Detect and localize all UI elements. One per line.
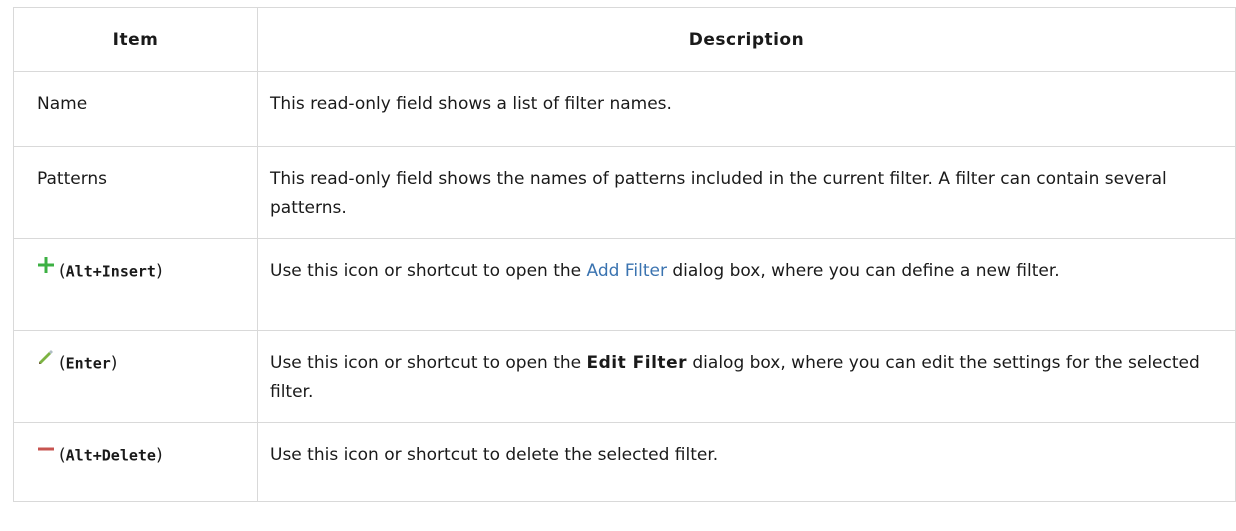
shortcut-alt-delete: Alt+Delete [65, 446, 156, 465]
shortcut-enter: Enter [65, 354, 111, 373]
edit-filter-label: Edit Filter [586, 353, 687, 373]
minus-icon [37, 439, 55, 468]
table-row: (Enter) Use this icon or shortcut to ope… [13, 330, 1236, 423]
item-name: Name [13, 71, 258, 147]
table-row: Patterns This read-only field shows the … [13, 146, 1236, 239]
description-delete: Use this icon or shortcut to delete the … [257, 422, 1236, 502]
description-name: This read-only field shows a list of fil… [257, 71, 1236, 147]
settings-table: Item Description Name This read-only fie… [13, 7, 1236, 502]
header-description: Description [257, 7, 1236, 72]
table-row: (Alt+Delete) Use this icon or shortcut t… [13, 422, 1236, 502]
description-patterns: This read-only field shows the names of … [257, 146, 1236, 239]
table-header-row: Item Description [13, 7, 1236, 72]
plus-icon [37, 255, 55, 284]
description-add: Use this icon or shortcut to open the Ad… [257, 238, 1236, 331]
item-patterns: Patterns [13, 146, 258, 239]
shortcut-alt-insert: Alt+Insert [65, 262, 156, 281]
table-row: Name This read-only field shows a list o… [13, 71, 1236, 147]
table-row: (Alt+Insert) Use this icon or shortcut t… [13, 238, 1236, 331]
add-filter-link[interactable]: Add Filter [587, 261, 667, 281]
item-edit: (Enter) [13, 330, 258, 423]
item-add: (Alt+Insert) [13, 238, 258, 331]
item-delete: (Alt+Delete) [13, 422, 258, 502]
pencil-icon [37, 347, 55, 376]
description-edit: Use this icon or shortcut to open the Ed… [257, 330, 1236, 423]
header-item: Item [13, 7, 258, 72]
